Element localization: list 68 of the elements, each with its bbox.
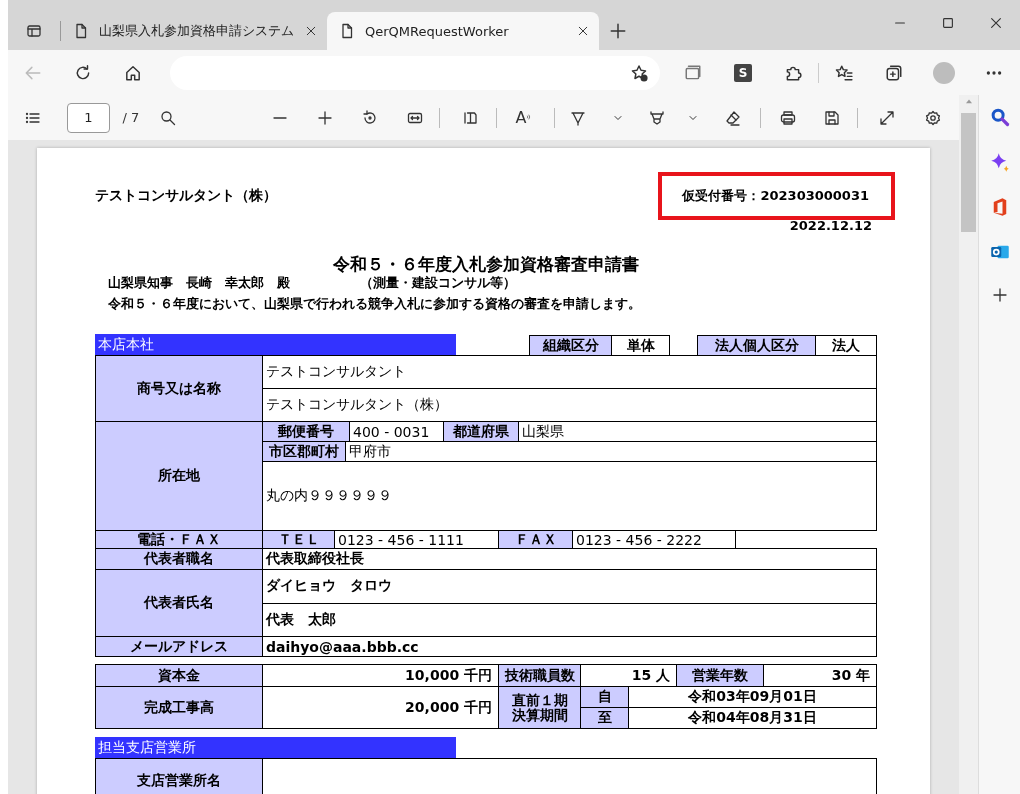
field-label: 商号又は名称: [95, 355, 263, 422]
field-label: メールアドレス: [95, 636, 263, 657]
tab-actions-icon[interactable]: [26, 23, 42, 39]
field-label: 代表者氏名: [95, 569, 263, 637]
field-label: 所在地: [95, 421, 263, 531]
field-value: 代表 太郎: [262, 602, 877, 637]
field-value: daihyo@aaa.bbb.cc: [262, 636, 877, 657]
add-collection-icon[interactable]: [885, 63, 903, 82]
full-screen-icon[interactable]: [879, 109, 895, 126]
browser-tab[interactable]: 山梨県入札参加資格申請システム: [61, 12, 327, 50]
field-value: 代表取締役社長: [262, 548, 877, 570]
print-icon[interactable]: [780, 109, 796, 126]
field-label: 自: [580, 686, 629, 708]
save-icon[interactable]: [824, 109, 840, 126]
document-title: 令和５・６年度入札参加資格審査申請書: [332, 254, 639, 274]
document-icon: [73, 23, 89, 39]
field-label: 市区郡町村: [262, 441, 346, 462]
add-icon[interactable]: [991, 287, 1008, 303]
field-value: テストコンサルタント: [262, 355, 877, 389]
home-icon[interactable]: [124, 63, 142, 82]
field-label: 代表者職名: [95, 548, 263, 570]
search-icon[interactable]: [989, 107, 1010, 127]
field-label: 資本金: [95, 664, 263, 687]
close-icon[interactable]: [577, 25, 589, 37]
page-count: / 7: [122, 110, 140, 125]
search-icon[interactable]: [160, 109, 176, 126]
field-value: 令和04年08月31日: [628, 707, 877, 729]
field-label: 営業年数: [676, 664, 764, 687]
document-date: 2022.12.12: [789, 218, 872, 233]
receipt-number: 仮受付番号：202303000031: [658, 172, 895, 220]
field-value: 法人: [815, 335, 877, 356]
statement-text: 令和５・６年度において、山梨県で行われる競争入札に参加する資格の審査を申請します。: [107, 296, 642, 312]
extension-button[interactable]: S: [734, 63, 752, 82]
rotate-icon[interactable]: [362, 109, 378, 126]
close-icon[interactable]: [305, 25, 317, 37]
field-label: 完成工事高: [95, 686, 263, 729]
sparkle-icon[interactable]: [989, 152, 1010, 172]
settings-icon[interactable]: [925, 109, 941, 126]
field-label: 直前１期決算期間: [498, 686, 581, 729]
maximize-icon[interactable]: [941, 16, 955, 30]
field-label: 郵便番号: [262, 421, 350, 442]
zoom-in-icon[interactable]: [317, 109, 333, 126]
category-label: （測量・建設コンサル等）: [360, 275, 516, 291]
field-label: 至: [580, 707, 629, 729]
close-icon[interactable]: [989, 16, 1003, 30]
favorites-icon[interactable]: [835, 63, 853, 82]
field-value: 単体: [611, 335, 670, 356]
address-field[interactable]: [170, 55, 660, 90]
refresh-icon[interactable]: [74, 63, 92, 82]
company-name: テストコンサルタント（株）: [95, 187, 277, 205]
field-label: 支店営業所名: [95, 758, 263, 794]
page-view-icon[interactable]: [462, 109, 478, 126]
document-icon: [339, 23, 355, 39]
section-heading: 担当支店営業所: [95, 737, 456, 758]
browser-tab[interactable]: QerQMRequestWorker: [327, 12, 599, 50]
scrollbar-thumb[interactable]: [961, 113, 977, 232]
read-aloud-button[interactable]: A: [515, 108, 535, 127]
new-tab-icon[interactable]: [609, 22, 627, 40]
addressee: 山梨県知事 長崎 幸太郎 殿: [108, 275, 290, 291]
field-label: 都道府県: [443, 421, 519, 442]
highlight-icon[interactable]: [649, 109, 665, 126]
add-favorite-icon[interactable]: [630, 63, 648, 82]
page-number-field[interactable]: 1: [67, 102, 110, 133]
field-value: 30 年: [763, 664, 877, 687]
eraser-icon[interactable]: [725, 109, 741, 126]
draw-icon[interactable]: [570, 109, 586, 126]
collections-icon[interactable]: [684, 63, 702, 82]
section-heading: 本店本社: [95, 334, 456, 355]
